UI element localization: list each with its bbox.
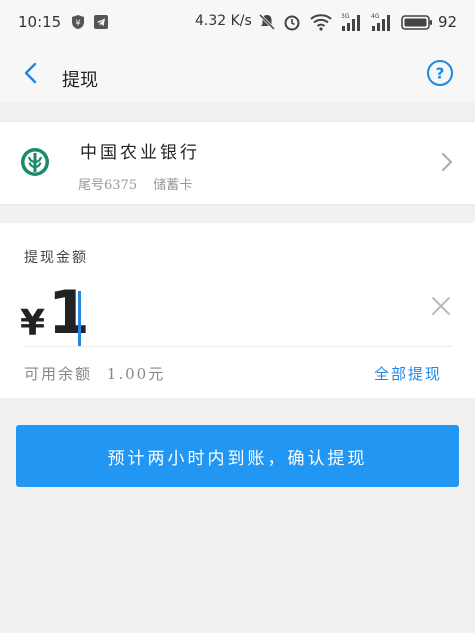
svg-text:?: ? — [436, 65, 445, 83]
status-bar: 10:15 ¥ 4.32 K/s 3G 4G 92 — [0, 0, 475, 46]
balance-value: 1.00元 — [106, 365, 166, 383]
confirm-withdraw-button[interactable]: 预计两小时内到账，确认提现 — [16, 425, 459, 487]
divider — [24, 346, 452, 347]
card-type: 储蓄卡 — [153, 178, 193, 193]
mute-icon — [258, 13, 276, 31]
battery-level: 92 — [438, 13, 458, 31]
shield-icon: ¥ — [72, 15, 84, 29]
page-title: 提现 — [62, 70, 98, 91]
help-circle-icon[interactable]: ? — [426, 59, 454, 87]
amount-input[interactable]: 1 — [48, 283, 90, 343]
confirm-button-label: 预计两小时内到账，确认提现 — [107, 448, 368, 469]
close-icon[interactable] — [430, 295, 452, 317]
available-balance: 可用余额 1.00元 — [24, 363, 165, 384]
card-details: 尾号6375 储蓄卡 — [78, 174, 204, 193]
svg-text:4G: 4G — [371, 13, 380, 20]
status-time: 10:15 — [18, 13, 62, 31]
bank-name: 中国农业银行 — [80, 143, 200, 163]
withdraw-all-link[interactable]: 全部提现 — [374, 363, 442, 384]
text-cursor — [78, 291, 81, 347]
withdraw-amount-panel: 提现金额 ¥ 1 可用余额 1.00元 全部提现 — [0, 223, 475, 398]
card-tail-number: 尾号6375 — [78, 178, 138, 193]
svg-text:¥: ¥ — [75, 19, 80, 28]
signal-3g-icon: 3G — [341, 13, 360, 31]
telegram-icon — [94, 15, 108, 29]
back-arrow-icon[interactable] — [18, 60, 44, 86]
signal-4g-icon: 4G — [371, 13, 390, 31]
svg-text:3G: 3G — [341, 13, 350, 20]
amount-label: 提现金额 — [24, 250, 88, 266]
top-app-bar: 提现 ? — [0, 46, 475, 102]
network-speed: 4.32 K/s — [195, 13, 252, 29]
currency-symbol: ¥ — [20, 303, 46, 344]
wifi-icon — [310, 14, 332, 31]
bank-card-selector[interactable]: 中国农业银行 尾号6375 储蓄卡 — [0, 121, 475, 205]
chevron-right-icon — [442, 153, 453, 171]
alarm-icon — [284, 15, 300, 31]
balance-label: 可用余额 — [24, 365, 93, 383]
battery-icon — [401, 15, 432, 30]
abc-bank-logo-icon — [21, 148, 49, 176]
